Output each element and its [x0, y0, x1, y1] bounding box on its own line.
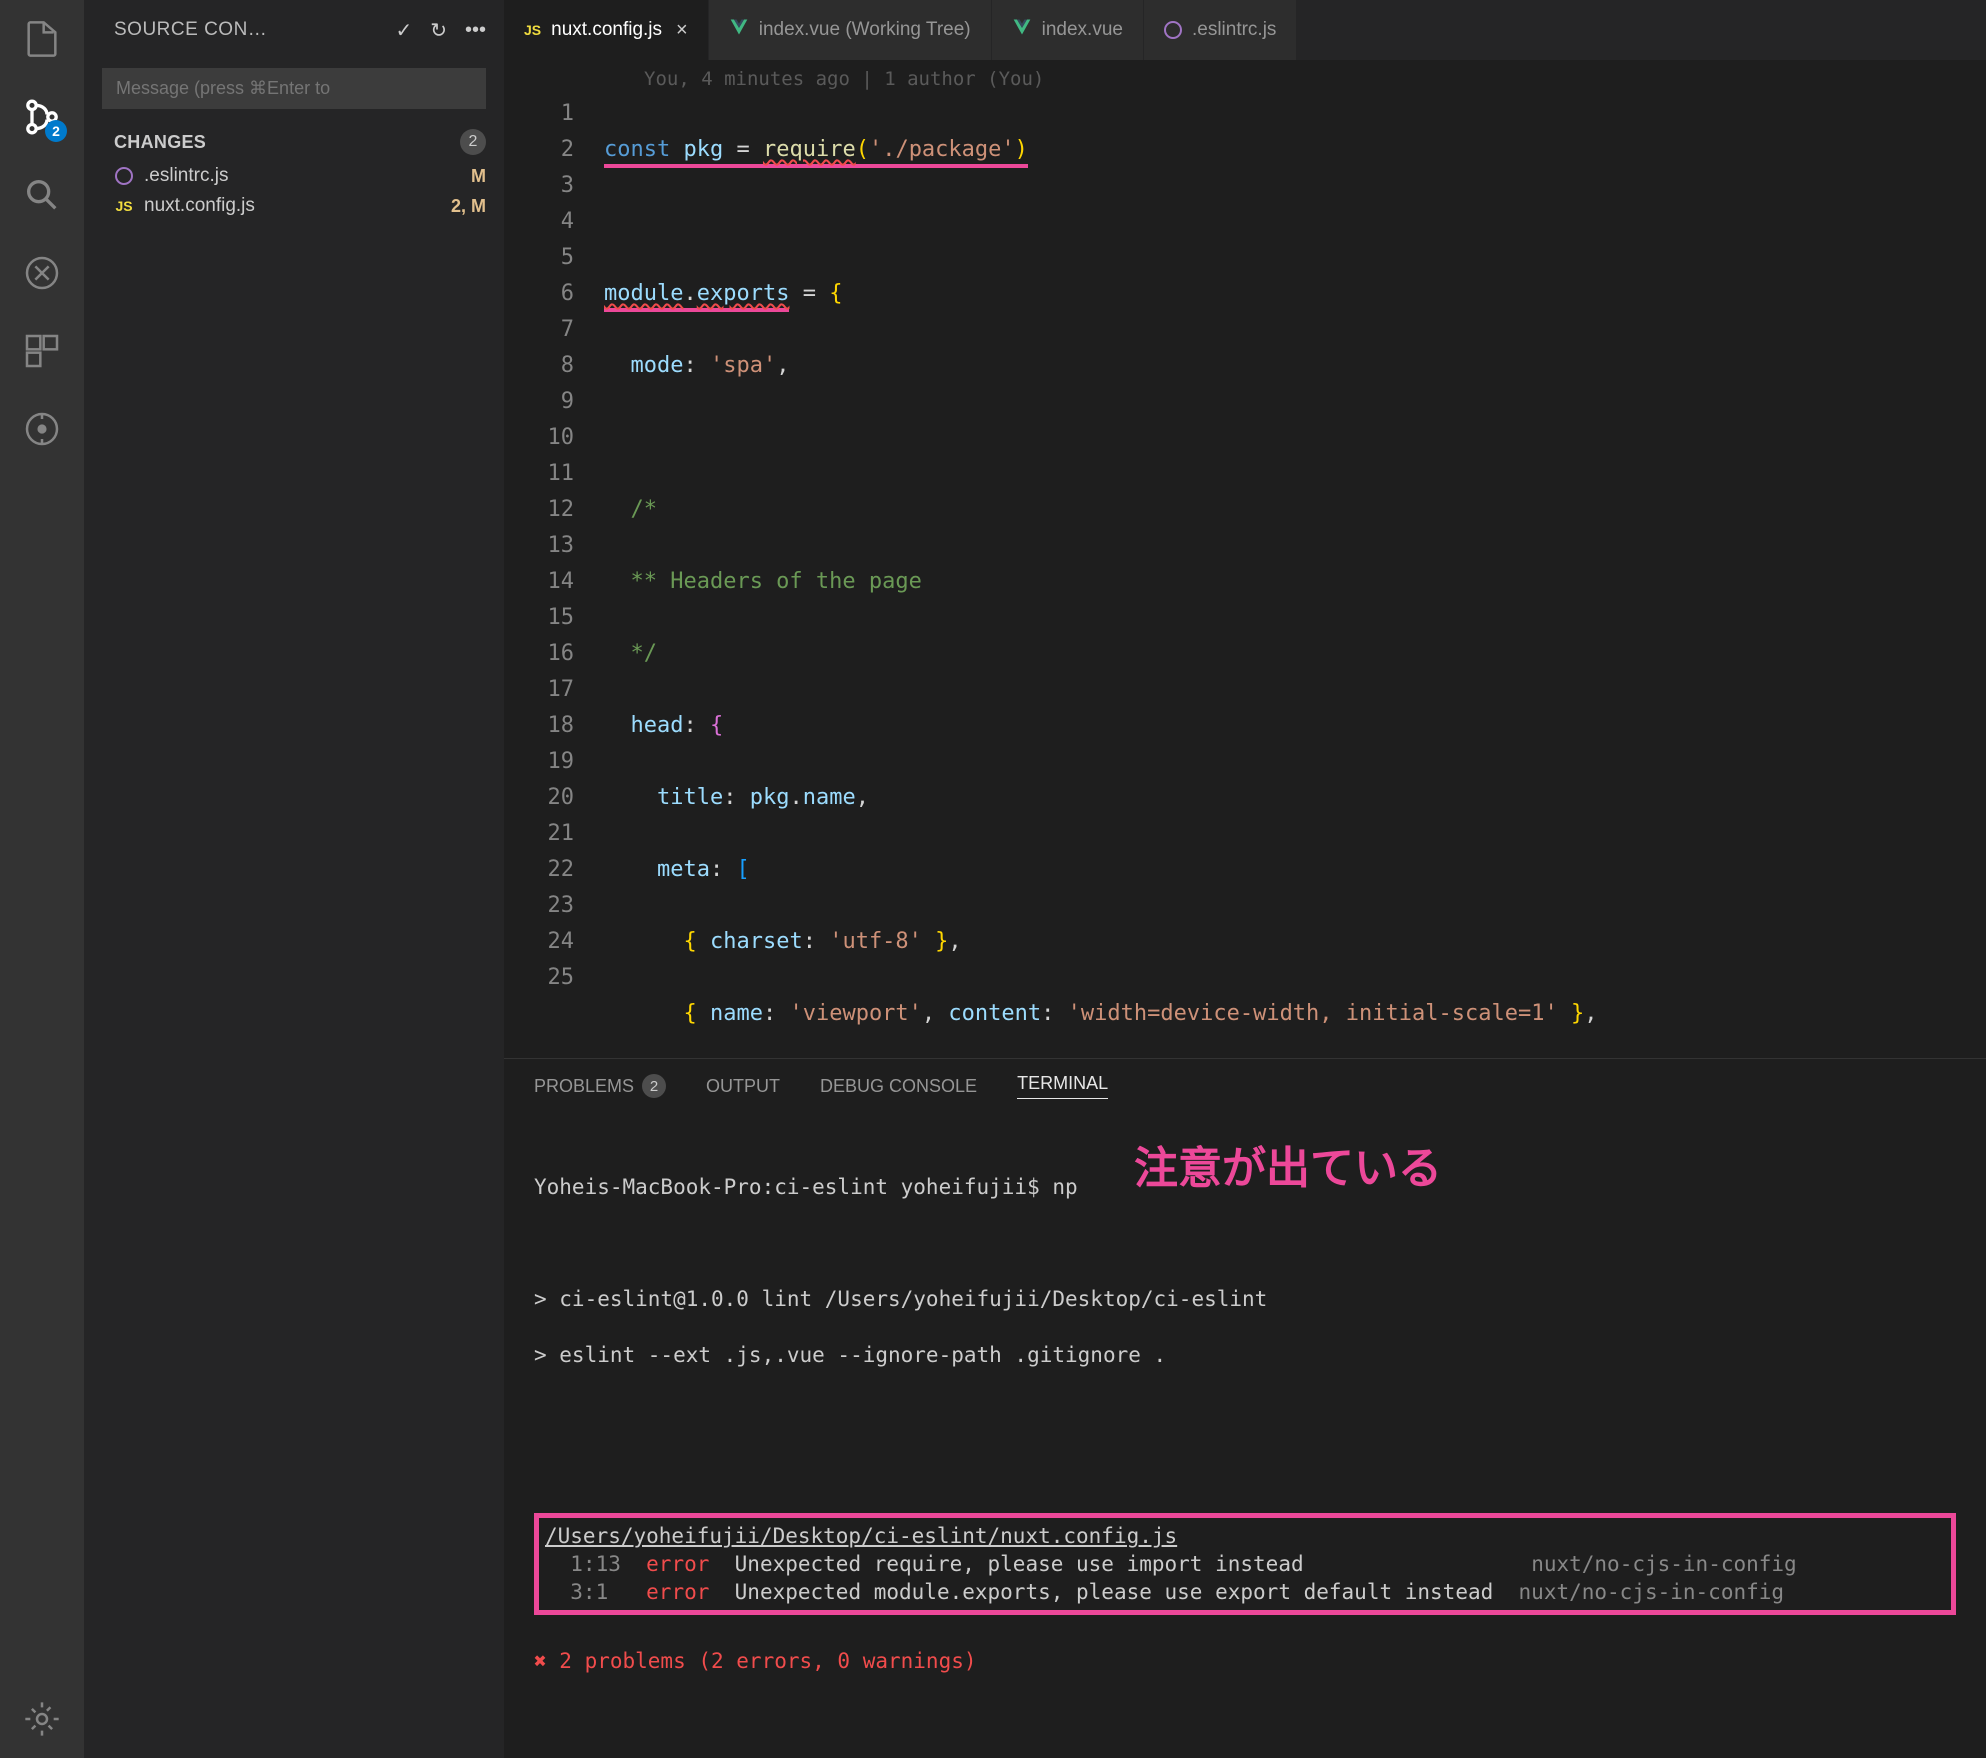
changes-label[interactable]: CHANGES [114, 132, 206, 153]
explorer-icon[interactable] [21, 18, 63, 60]
gear-icon[interactable] [21, 1698, 63, 1740]
js-icon: JS [524, 22, 541, 38]
panel-tabs: PROBLEMS 2 OUTPUT DEBUG CONSOLE TERMINAL [504, 1059, 1986, 1113]
sidebar-header: SOURCE CON… ✓ ↻ ••• [84, 0, 504, 60]
gitlens-icon[interactable] [21, 408, 63, 450]
circle-icon [1164, 21, 1182, 39]
scm-file-eslintrc[interactable]: .eslintrc.js M [84, 161, 504, 191]
commit-icon[interactable]: ✓ [395, 18, 412, 43]
activity-bar: 2 [0, 0, 84, 1758]
problems-badge: 2 [642, 1074, 666, 1098]
tab-label: index.vue [1042, 19, 1123, 41]
vue-icon [1012, 17, 1032, 43]
tab-index-vue-wt[interactable]: index.vue (Working Tree) [709, 0, 992, 60]
panel-tab-terminal[interactable]: TERMINAL [1017, 1073, 1108, 1099]
close-icon[interactable]: × [676, 19, 688, 42]
scm-file-status: 2, M [451, 196, 486, 217]
bottom-panel: PROBLEMS 2 OUTPUT DEBUG CONSOLE TERMINAL… [504, 1058, 1986, 1758]
search-icon[interactable] [21, 174, 63, 216]
scm-file-nuxtconfig[interactable]: JS nuxt.config.js 2, M [84, 191, 504, 221]
scm-file-name: .eslintrc.js [144, 165, 461, 187]
panel-tab-debug[interactable]: DEBUG CONSOLE [820, 1073, 977, 1099]
tab-index-vue[interactable]: index.vue [992, 0, 1144, 60]
js-icon: JS [114, 196, 134, 216]
panel-tab-problems[interactable]: PROBLEMS 2 [534, 1073, 666, 1099]
git-blame-annotation: You, 4 minutes ago | 1 author (You) [504, 60, 1986, 96]
tab-label: nuxt.config.js [551, 19, 662, 41]
code-editor[interactable]: const pkg = require('./package') module.… [604, 96, 1598, 1058]
scm-icon[interactable]: 2 [21, 96, 63, 138]
tab-label: index.vue (Working Tree) [759, 19, 971, 41]
panel-tab-output[interactable]: OUTPUT [706, 1073, 780, 1099]
scm-file-name: nuxt.config.js [144, 195, 441, 217]
terminal-output[interactable]: 注意が出ている Yoheis-MacBook-Pro:ci-eslint yoh… [504, 1113, 1986, 1758]
highlighted-errors: /Users/yoheifujii/Desktop/ci-eslint/nuxt… [534, 1513, 1956, 1615]
extensions-icon[interactable] [21, 330, 63, 372]
vue-icon [729, 17, 749, 43]
changes-count: 2 [460, 129, 486, 155]
more-icon[interactable]: ••• [465, 19, 486, 42]
refresh-icon[interactable]: ↻ [430, 18, 447, 43]
scm-file-status: M [471, 166, 486, 187]
line-gutter: 1234567891011121314151617181920212223242… [504, 96, 604, 1058]
commit-message-input[interactable] [102, 68, 486, 109]
tab-label: .eslintrc.js [1192, 19, 1276, 41]
debug-icon[interactable] [21, 252, 63, 294]
sidebar-title: SOURCE CON… [114, 19, 267, 41]
tab-nuxt-config[interactable]: JS nuxt.config.js × [504, 0, 709, 60]
scm-badge: 2 [45, 120, 67, 142]
circle-icon [114, 166, 134, 186]
scm-sidebar: SOURCE CON… ✓ ↻ ••• CHANGES 2 .eslintrc.… [84, 0, 504, 1758]
editor-tabs: JS nuxt.config.js × index.vue (Working T… [504, 0, 1986, 60]
tab-eslintrc[interactable]: .eslintrc.js [1144, 0, 1297, 60]
